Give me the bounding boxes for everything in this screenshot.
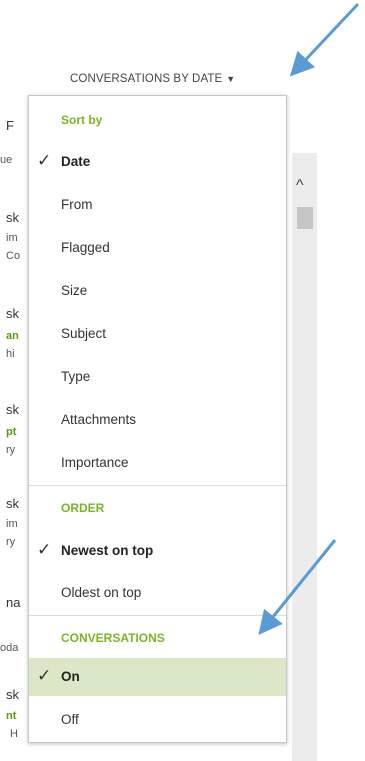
menu-item-conversations-on[interactable]: ✓ On [29,658,286,696]
scrollbar-thumb[interactable] [297,207,313,229]
menu-item-subject[interactable]: Subject [29,315,286,353]
background-text-fragment: sk [6,496,19,511]
background-text-fragment: sk [6,687,19,702]
background-text-fragment: oda [0,642,19,654]
checkmark-icon: ✓ [37,666,52,685]
background-text-fragment: sk [6,210,19,225]
checkmark-icon: ✓ [37,151,52,170]
menu-item-type[interactable]: Type [29,358,286,396]
background-text-fragment: H [10,728,18,740]
background-text-fragment: nt [6,710,17,722]
menu-item-label: Size [61,283,88,298]
menu-item-label: Flagged [61,240,110,255]
menu-item-date[interactable]: ✓ Date [29,143,286,181]
background-text-fragment: F [6,118,14,133]
menu-item-label: On [61,669,80,684]
menu-divider [29,615,286,616]
caret-down-icon: ▼ [226,74,236,84]
menu-item-newest-on-top[interactable]: ✓ Newest on top [29,532,286,570]
scrollbar-track[interactable] [292,153,317,761]
menu-item-label: Subject [61,326,107,341]
menu-item-oldest-on-top[interactable]: Oldest on top [29,574,286,612]
section-heading-sort-by: Sort by [61,113,103,127]
background-text-fragment: pt [6,426,17,438]
background-text-fragment: na [6,595,21,610]
section-heading-order: ORDER [61,501,105,515]
menu-item-flagged[interactable]: Flagged [29,229,286,267]
annotation-arrow [289,2,360,77]
menu-item-importance[interactable]: Importance [29,444,286,482]
background-text-fragment: ry [6,444,16,456]
checkmark-icon: ✓ [37,540,52,559]
menu-item-label: Off [61,712,79,727]
menu-item-from[interactable]: From [29,186,286,224]
menu-divider [29,485,286,486]
background-text-fragment: Co [6,250,21,262]
menu-item-label: Oldest on top [61,585,142,600]
menu-item-label: Attachments [61,412,137,427]
sort-menu: Sort by ✓ Date From Flagged Size Subject… [28,95,287,743]
menu-item-size[interactable]: Size [29,272,286,310]
menu-item-label: Newest on top [61,543,154,558]
background-text-fragment: hi [6,348,15,360]
menu-item-label: From [61,197,93,212]
background-text-fragment: sk [6,402,19,417]
background-text-fragment: an [6,330,19,342]
menu-item-label: Type [61,369,91,384]
background-text-fragment: ry [6,536,16,548]
background-text-fragment: im [6,232,18,244]
menu-item-label: Date [61,154,91,169]
background-text-fragment: ue [0,154,13,166]
sort-dropdown-trigger[interactable]: CONVERSATIONS BY DATE ▼ [70,73,235,85]
background-text-fragment: sk [6,306,19,321]
menu-item-conversations-off[interactable]: Off [29,701,286,739]
section-heading-conversations: CONVERSATIONS [61,631,165,645]
menu-item-attachments[interactable]: Attachments [29,401,286,439]
background-text-fragment: im [6,518,18,530]
menu-item-label: Importance [61,455,129,470]
scroll-up-icon[interactable]: ^ [296,178,304,194]
sort-dropdown-label: CONVERSATIONS BY DATE [70,73,223,85]
